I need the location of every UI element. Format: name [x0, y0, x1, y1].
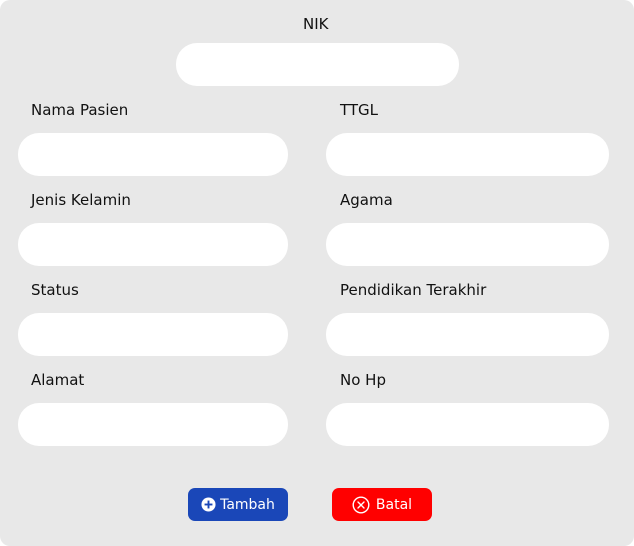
agama-input[interactable]	[326, 223, 609, 266]
status-label: Status	[31, 281, 79, 299]
ttgl-label: TTGL	[340, 101, 379, 119]
no-hp-label: No Hp	[340, 371, 386, 389]
pendidikan-terakhir-input[interactable]	[326, 313, 609, 356]
jenis-kelamin-input[interactable]	[18, 223, 288, 266]
nik-label: NIK	[303, 15, 329, 33]
alamat-input[interactable]	[18, 403, 288, 446]
nik-input[interactable]	[176, 43, 459, 86]
agama-label: Agama	[340, 191, 393, 209]
ttgl-input[interactable]	[326, 133, 609, 176]
batal-button[interactable]: Batal	[332, 488, 432, 521]
pendidikan-terakhir-label: Pendidikan Terakhir	[340, 281, 487, 299]
no-hp-input[interactable]	[326, 403, 609, 446]
status-input[interactable]	[18, 313, 288, 356]
nama-pasien-label: Nama Pasien	[31, 101, 129, 119]
batal-label: Batal	[375, 496, 413, 513]
alamat-label: Alamat	[31, 371, 85, 389]
x-circle-icon	[352, 495, 370, 514]
tambah-label: Tambah	[220, 496, 275, 513]
tambah-button[interactable]: Tambah	[188, 488, 288, 521]
nama-pasien-input[interactable]	[18, 133, 288, 176]
plus-circle-icon	[201, 497, 216, 512]
form-panel: NIK Nama Pasien TTGL Jenis Kelamin Agama…	[0, 0, 634, 546]
jenis-kelamin-label: Jenis Kelamin	[31, 191, 131, 209]
